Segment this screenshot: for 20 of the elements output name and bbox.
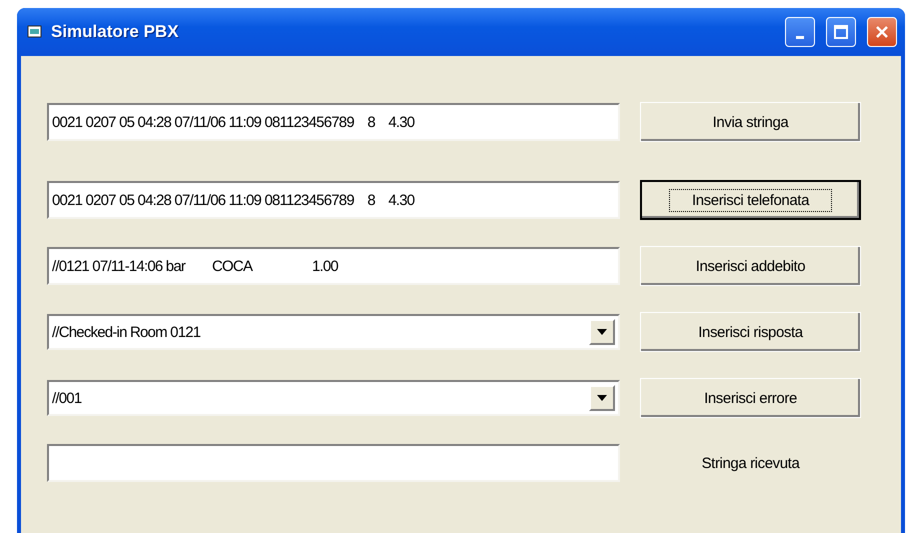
input-field[interactable] xyxy=(47,444,620,482)
app-icon xyxy=(27,25,43,39)
close-icon xyxy=(874,24,890,40)
action-button[interactable]: Inserisci addebito xyxy=(640,246,861,286)
minimize-button[interactable] xyxy=(785,17,815,47)
close-button[interactable] xyxy=(867,17,897,47)
dropdown-field[interactable]: //001 xyxy=(47,380,620,416)
input-field[interactable]: 0021 0207 05 04:28 07/11/06 11:09 081123456789 8 4.30 xyxy=(47,181,620,219)
dropdown-field[interactable]: //Checked-in Room 0121 xyxy=(47,314,620,350)
window-title: Simulatore PBX xyxy=(51,22,180,42)
action-button[interactable]: Inserisci telefonata xyxy=(640,180,861,220)
maximize-button[interactable] xyxy=(826,17,856,47)
action-button[interactable]: Invia stringa xyxy=(640,102,861,142)
maximize-icon xyxy=(833,24,849,40)
action-button[interactable]: Inserisci errore xyxy=(640,378,861,418)
minimize-icon xyxy=(796,36,804,38)
input-field[interactable]: 0021 0207 05 04:28 07/11/06 11:09 081123456789 8 4.30 xyxy=(47,103,620,141)
action-button[interactable]: Inserisci risposta xyxy=(640,312,861,352)
field-label: Stringa ricevuta xyxy=(700,454,801,472)
input-field[interactable]: //0121 07/11-14:06 bar COCA 1.00 xyxy=(47,247,620,285)
